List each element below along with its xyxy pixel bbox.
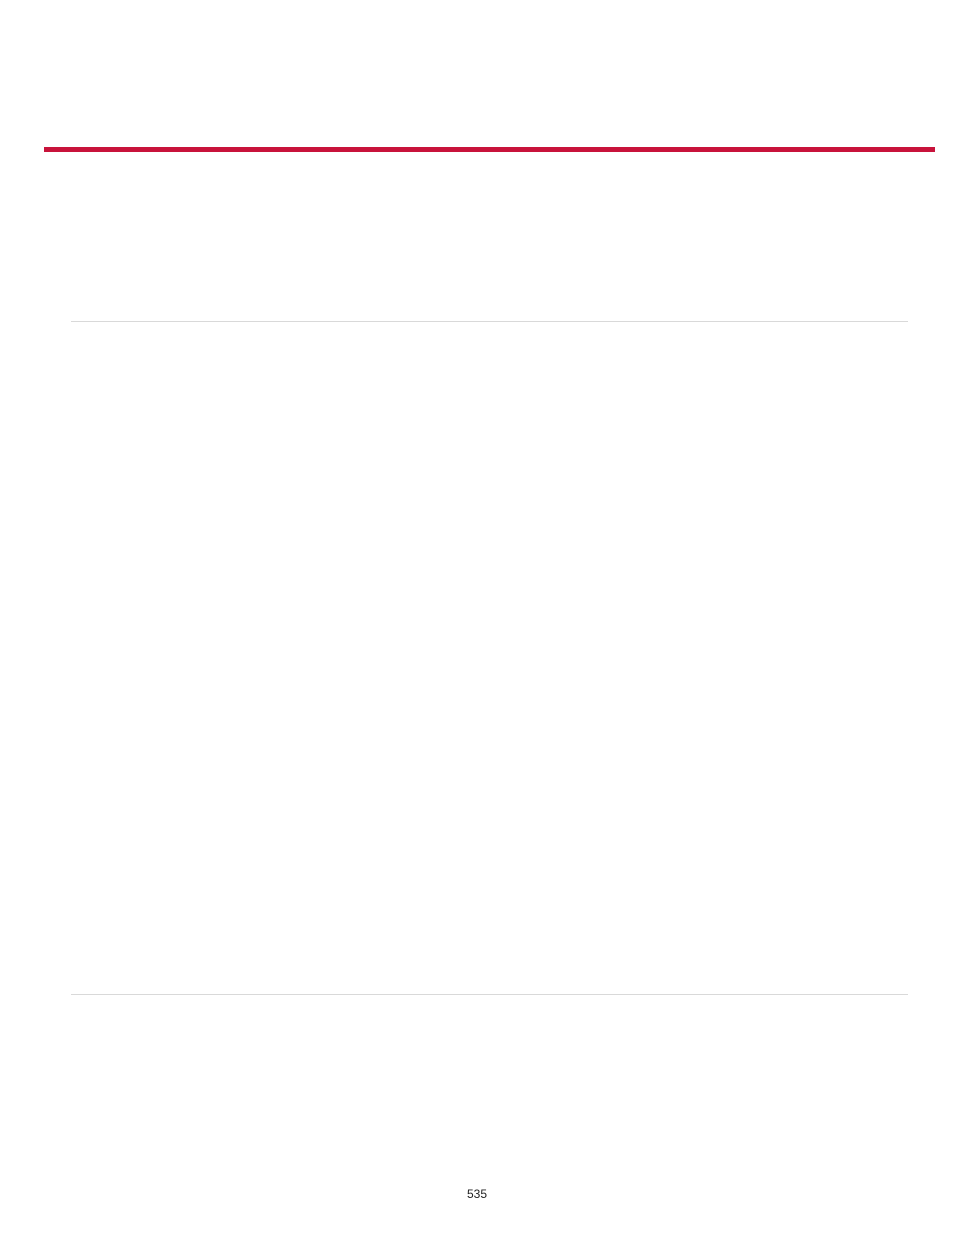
page: 535 [0, 0, 954, 1235]
page-number: 535 [0, 1187, 954, 1201]
section-divider [71, 321, 908, 322]
top-accent-rule [44, 147, 935, 152]
content-area [71, 155, 908, 995]
section-divider [71, 994, 908, 995]
